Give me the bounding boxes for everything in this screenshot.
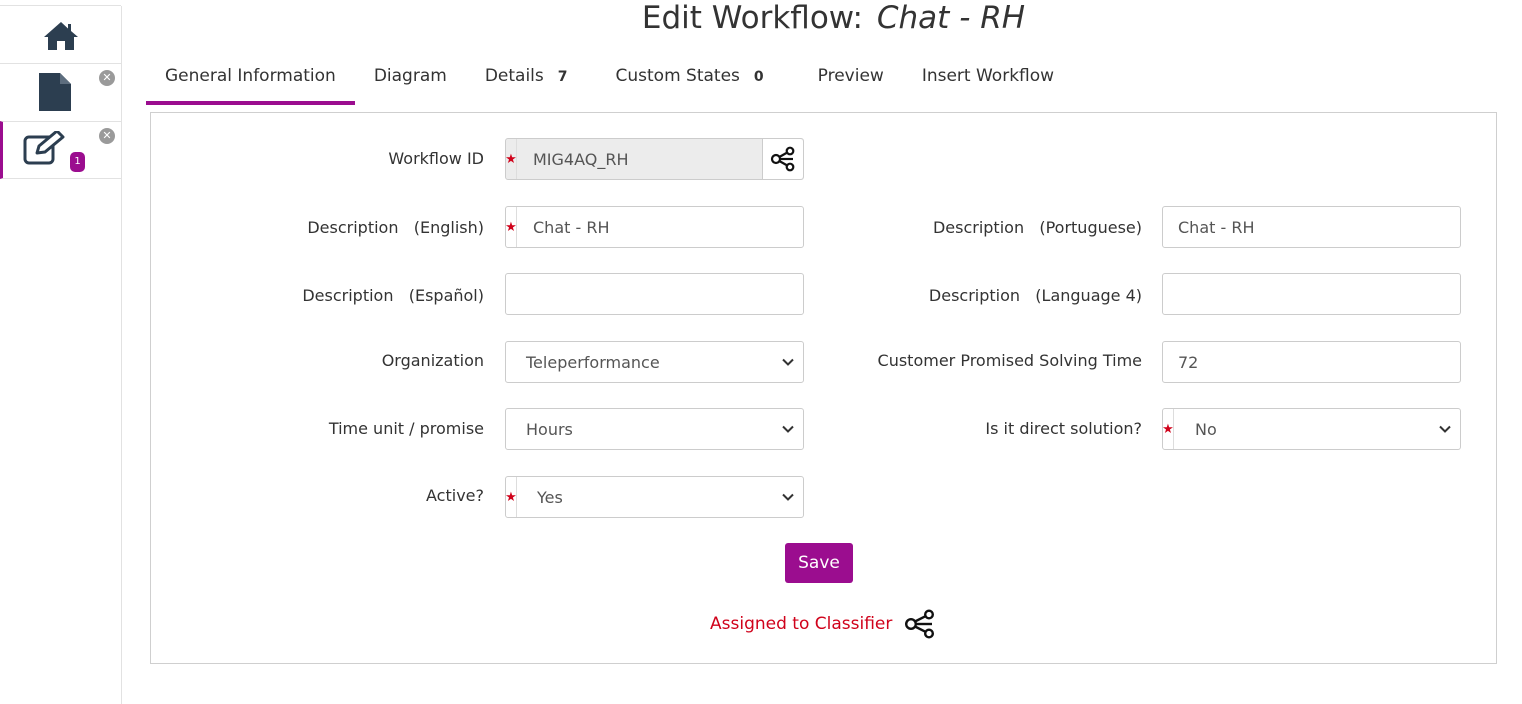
tab-bar: General Information Diagram Details 7 Cus… [146, 54, 1073, 108]
tab-label: Custom States [615, 66, 740, 86]
sidebar: ✕ 1 ✕ [0, 5, 122, 704]
active-select[interactable]: ★ Yes [505, 476, 804, 518]
organization-select[interactable]: Teleperformance [505, 341, 804, 383]
time-unit-select[interactable]: Hours [505, 408, 804, 450]
time-unit-value: Hours [526, 419, 573, 439]
workflow-id-field: ★ MIG4AQ_RH [505, 138, 804, 180]
description-language4-label: Description (Language 4) [928, 286, 1142, 305]
required-icon: ★ [505, 207, 517, 247]
chevron-down-icon [782, 493, 794, 501]
tab-label: Diagram [373, 66, 447, 86]
tab-label: Preview [817, 66, 884, 86]
description-portuguese-label: Description (Portuguese) [932, 218, 1142, 237]
promised-time-label: Customer Promised Solving Time [877, 351, 1142, 370]
description-espanol-input[interactable] [505, 273, 804, 315]
chevron-down-icon [782, 425, 794, 433]
tab-count: 0 [753, 69, 764, 85]
close-icon[interactable]: ✕ [99, 70, 115, 86]
tab-label: Details [484, 66, 544, 86]
organization-value: Teleperformance [526, 352, 660, 372]
description-english-input[interactable]: ★ Chat - RH [505, 206, 804, 248]
tab-custom-states[interactable]: Custom States 0 [597, 54, 799, 105]
required-icon: ★ [1162, 409, 1174, 449]
description-english-value: Chat - RH [533, 217, 610, 237]
tab-insert-workflow[interactable]: Insert Workflow [903, 54, 1073, 105]
tab-general-information[interactable]: General Information [146, 54, 355, 105]
edit-count-badge: 1 [70, 152, 85, 172]
tab-diagram[interactable]: Diagram [355, 54, 466, 105]
general-information-panel: Workflow ID ★ MIG4AQ_RH Description (Eng… [150, 112, 1497, 664]
title-prefix: Edit Workflow: [641, 0, 863, 36]
tab-preview[interactable]: Preview [799, 54, 903, 105]
description-portuguese-value: Chat - RH [1178, 217, 1255, 237]
active-label: Active? [426, 486, 484, 505]
tab-details[interactable]: Details 7 [466, 54, 597, 105]
description-espanol-label: Description (Español) [302, 286, 484, 305]
tab-count: 7 [557, 69, 568, 85]
edit-icon [23, 131, 65, 165]
document-icon [39, 73, 71, 111]
promised-time-input[interactable]: 72 [1162, 341, 1461, 383]
share-button[interactable] [762, 139, 803, 179]
chevron-down-icon [782, 358, 794, 366]
close-icon[interactable]: ✕ [99, 128, 115, 144]
save-button[interactable]: Save [785, 543, 853, 583]
sidebar-item-edit[interactable]: 1 ✕ [0, 121, 121, 179]
share-icon[interactable] [904, 609, 936, 639]
workflow-id-label: Workflow ID [388, 149, 484, 168]
required-icon: ★ [505, 139, 517, 179]
chevron-down-icon [1439, 425, 1451, 433]
direct-solution-select[interactable]: ★ No [1162, 408, 1461, 450]
assigned-to-classifier[interactable]: Assigned to Classifier [710, 609, 936, 639]
sidebar-item-document[interactable]: ✕ [0, 63, 121, 122]
page-title: Edit Workflow: Chat - RH [0, 0, 1522, 36]
workflow-name: Chat - RH [876, 0, 1026, 36]
description-language4-input[interactable] [1162, 273, 1461, 315]
tab-label: Insert Workflow [921, 66, 1055, 86]
direct-solution-label: Is it direct solution? [985, 419, 1142, 438]
description-portuguese-input[interactable]: Chat - RH [1162, 206, 1461, 248]
share-icon [770, 146, 795, 172]
promised-time-value: 72 [1178, 352, 1199, 372]
time-unit-label: Time unit / promise [328, 419, 484, 438]
required-icon: ★ [505, 477, 517, 517]
assigned-to-classifier-link[interactable]: Assigned to Classifier [710, 614, 892, 634]
workflow-id-value: MIG4AQ_RH [533, 149, 629, 169]
description-english-label: Description (English) [307, 218, 484, 237]
organization-label: Organization [381, 351, 484, 370]
tab-label: General Information [165, 66, 336, 86]
